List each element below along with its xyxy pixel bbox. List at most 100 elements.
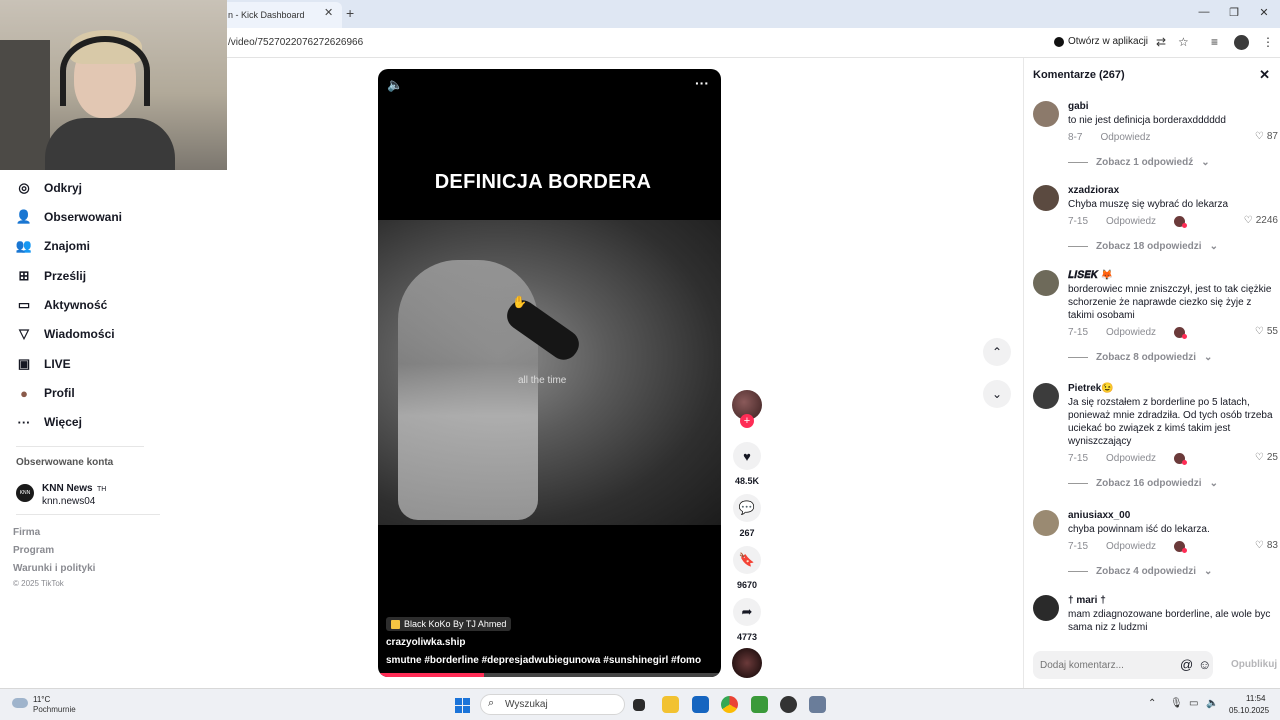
- microphone-icon[interactable]: 🎙: [1170, 698, 1183, 709]
- comment-icon[interactable]: 💬: [733, 494, 761, 522]
- previous-video-button[interactable]: ⌃: [983, 338, 1011, 366]
- reply-button[interactable]: Odpowiedz: [1106, 216, 1156, 227]
- music-disc-icon[interactable]: [732, 648, 762, 678]
- sidebar-item-9[interactable]: ··· Więcej: [16, 414, 82, 430]
- view-replies-button[interactable]: Zobacz 1 odpowiedź ⌄: [1068, 157, 1278, 168]
- video-author[interactable]: crazyoliwka.ship: [386, 637, 465, 648]
- app-icon[interactable]: [780, 696, 797, 713]
- reply-button[interactable]: Odpowiedz: [1106, 541, 1156, 552]
- next-video-button[interactable]: ⌄: [983, 380, 1011, 408]
- like-action[interactable]: ♥ 48.5K: [732, 442, 762, 486]
- reply-button[interactable]: Odpowiedz: [1100, 132, 1150, 143]
- comment-username[interactable]: 𝑳𝑰𝑺𝑬𝑲 🦊: [1068, 270, 1278, 281]
- view-replies-button[interactable]: Zobacz 16 odpowiedzi ⌄: [1068, 478, 1278, 489]
- file-explorer-icon[interactable]: [662, 696, 679, 713]
- sidebar-item-8[interactable]: ● Profil: [16, 385, 75, 401]
- emoji-icon[interactable]: ☺: [1198, 657, 1211, 672]
- comment-username[interactable]: † mari †: [1068, 595, 1278, 606]
- minimize-icon[interactable]: —: [1194, 6, 1214, 18]
- heart-icon[interactable]: ♥: [733, 442, 761, 470]
- sidebar-item-1[interactable]: ◎ Odkryj: [16, 180, 82, 196]
- replies-divider: [1068, 483, 1088, 484]
- comment-username[interactable]: gabi: [1068, 101, 1278, 112]
- view-replies-button[interactable]: Zobacz 4 odpowiedzi ⌄: [1068, 566, 1278, 577]
- browser-profile-avatar[interactable]: [1234, 35, 1249, 50]
- bookmark-icon[interactable]: 🔖: [733, 546, 761, 574]
- media-icon[interactable]: ≡: [1211, 35, 1218, 49]
- taskbar-search[interactable]: ⌕ Wyszukaj: [480, 694, 625, 715]
- save-action[interactable]: 🔖 9670: [732, 546, 762, 590]
- sidebar-item-2[interactable]: 👤 Obserwowani: [16, 209, 122, 225]
- volume-icon[interactable]: 🔈: [387, 77, 403, 93]
- music-tag[interactable]: Black KoKo By TJ Ahmed: [386, 617, 512, 631]
- comment-avatar[interactable]: [1033, 510, 1059, 536]
- comment-like-button[interactable]: ♡ 83: [1255, 540, 1278, 551]
- comment-like-button[interactable]: ♡ 55: [1255, 326, 1278, 337]
- clock-date[interactable]: 05.10.2025: [1229, 706, 1269, 715]
- view-replies-button[interactable]: Zobacz 8 odpowiedzi ⌄: [1068, 352, 1278, 363]
- xbox-icon[interactable]: [751, 696, 768, 713]
- tiktok-icon: [1054, 36, 1064, 47]
- sidebar-item-4[interactable]: ⊞ Prześlij: [16, 268, 86, 284]
- comment-body: 𝑳𝑰𝑺𝑬𝑲 🦊 borderowiec mnie zniszczył, jest …: [1068, 270, 1278, 363]
- mention-icon[interactable]: @: [1180, 657, 1193, 672]
- sidebar-item-label: Więcej: [44, 415, 82, 429]
- outlook-icon[interactable]: [692, 696, 709, 713]
- comment-input[interactable]: [1033, 651, 1175, 679]
- comment-avatar[interactable]: [1033, 185, 1059, 211]
- clock-time[interactable]: 11:54: [1246, 694, 1265, 703]
- window-close-icon[interactable]: ✕: [1254, 6, 1274, 19]
- comment-input-box[interactable]: @ ☺: [1033, 651, 1213, 679]
- comment-username[interactable]: xzadziorax: [1068, 185, 1278, 196]
- video-progress-bar[interactable]: [378, 673, 721, 677]
- reply-button[interactable]: Odpowiedz: [1106, 453, 1156, 464]
- open-in-app-button[interactable]: Otwórz w aplikacji: [1054, 36, 1148, 47]
- comment-meta: 7-15 Odpowiedz ♡ 2246: [1068, 215, 1278, 228]
- speaker-icon[interactable]: 🔈: [1206, 698, 1218, 709]
- view-replies-button[interactable]: Zobacz 18 odpowiedzi ⌄: [1068, 241, 1278, 252]
- task-view-icon[interactable]: [633, 699, 645, 711]
- comment-like-button[interactable]: ♡ 87: [1255, 131, 1278, 142]
- comment-avatar[interactable]: [1033, 270, 1059, 296]
- share-icon[interactable]: ➦: [733, 598, 761, 626]
- close-comments-icon[interactable]: ✕: [1259, 67, 1270, 83]
- comment-like-count: 83: [1266, 540, 1278, 551]
- windows-start-icon[interactable]: [455, 698, 470, 713]
- sidebar-item-6[interactable]: ▽ Wiadomości: [16, 326, 115, 342]
- share-action[interactable]: ➦ 4773: [732, 598, 762, 642]
- reply-button[interactable]: Odpowiedz: [1106, 327, 1156, 338]
- footer-link-program[interactable]: Program: [13, 545, 54, 556]
- browser-menu-icon[interactable]: ⋮: [1262, 35, 1274, 49]
- settings-icon[interactable]: [809, 696, 826, 713]
- network-icon[interactable]: ▭: [1189, 698, 1198, 709]
- sidebar-item-5[interactable]: ▭ Aktywność: [16, 297, 108, 313]
- video-player[interactable]: DEFINICJA BORDERA all the time 🔈 ··· Bla…: [378, 69, 721, 677]
- follow-plus-icon[interactable]: +: [740, 414, 754, 428]
- sidebar-item-3[interactable]: 👥 Znajomi: [16, 238, 90, 254]
- comment-avatar[interactable]: [1033, 595, 1059, 621]
- restore-icon[interactable]: ❐: [1224, 6, 1244, 19]
- tray-chevron-icon[interactable]: ⌃: [1148, 698, 1156, 709]
- comment-avatar[interactable]: [1033, 101, 1059, 127]
- video-hashtags[interactable]: smutne #borderline #depresjadwubiegunowa…: [386, 655, 701, 666]
- comment-like-button[interactable]: ♡ 25: [1255, 452, 1278, 463]
- followed-account-item[interactable]: KNN KNN News TH knn.news04: [16, 478, 106, 507]
- new-tab-icon[interactable]: +: [346, 5, 354, 21]
- bookmark-star-icon[interactable]: ☆: [1178, 35, 1189, 49]
- sidebar-item-7[interactable]: ▣ LIVE: [16, 356, 71, 372]
- sidebar-item-label: Aktywność: [44, 298, 108, 312]
- more-options-icon[interactable]: ···: [695, 75, 709, 91]
- chrome-icon[interactable]: [721, 696, 738, 713]
- close-tab-icon[interactable]: ✕: [324, 6, 333, 19]
- url-field[interactable]: /video/7527022076272626966: [228, 37, 363, 48]
- footer-link-terms[interactable]: Warunki i polityki: [13, 563, 95, 574]
- comment-avatar[interactable]: [1033, 383, 1059, 409]
- weather-temperature[interactable]: 11°C: [33, 695, 50, 704]
- translate-icon[interactable]: ⇄: [1156, 35, 1166, 49]
- comment-username[interactable]: Pietrek😉: [1068, 383, 1278, 394]
- comment-like-button[interactable]: ♡ 2246: [1244, 215, 1278, 226]
- comment-action[interactable]: 💬 267: [732, 494, 762, 538]
- post-comment-button[interactable]: Opublikuj: [1231, 659, 1277, 670]
- comment-username[interactable]: aniusiaxx_00: [1068, 510, 1278, 521]
- footer-link-company[interactable]: Firma: [13, 527, 40, 538]
